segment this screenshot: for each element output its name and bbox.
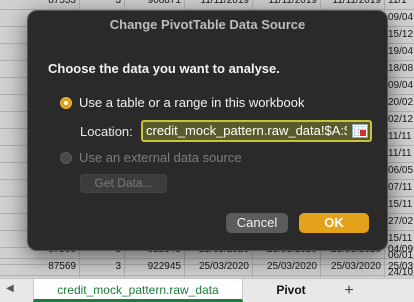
dialog-title: Change PivotTable Data Source: [109, 17, 306, 32]
tab-scroll-icon[interactable]: ◀: [6, 283, 16, 297]
location-input[interactable]: credit_mock_pattern.raw_data!$A:$P: [141, 120, 372, 142]
radio-external-source: [60, 152, 72, 164]
option-external-source-label: Use an external data source: [79, 150, 242, 165]
add-sheet-button[interactable]: +: [338, 279, 360, 302]
dialog-heading: Choose the data you want to analyse.: [48, 61, 280, 76]
tab-pivot[interactable]: Pivot: [252, 279, 330, 302]
location-label: Location:: [80, 124, 133, 139]
option-table-range-label[interactable]: Use a table or a range in this workbook: [79, 95, 304, 110]
ok-button[interactable]: OK: [299, 213, 369, 233]
tab-raw-data[interactable]: credit_mock_pattern.raw_data: [33, 279, 243, 302]
range-picker-icon[interactable]: [352, 124, 368, 138]
cancel-button[interactable]: Cancel: [226, 213, 288, 233]
get-data-button: Get Data...: [80, 174, 167, 193]
sheet-tab-bar: ◀ credit_mock_pattern.raw_data Pivot +: [0, 278, 414, 302]
radio-table-range[interactable]: [60, 97, 72, 109]
location-value[interactable]: credit_mock_pattern.raw_data!$A:$P: [146, 122, 347, 140]
change-data-source-dialog: Change PivotTable Data Source Choose the…: [27, 10, 388, 251]
